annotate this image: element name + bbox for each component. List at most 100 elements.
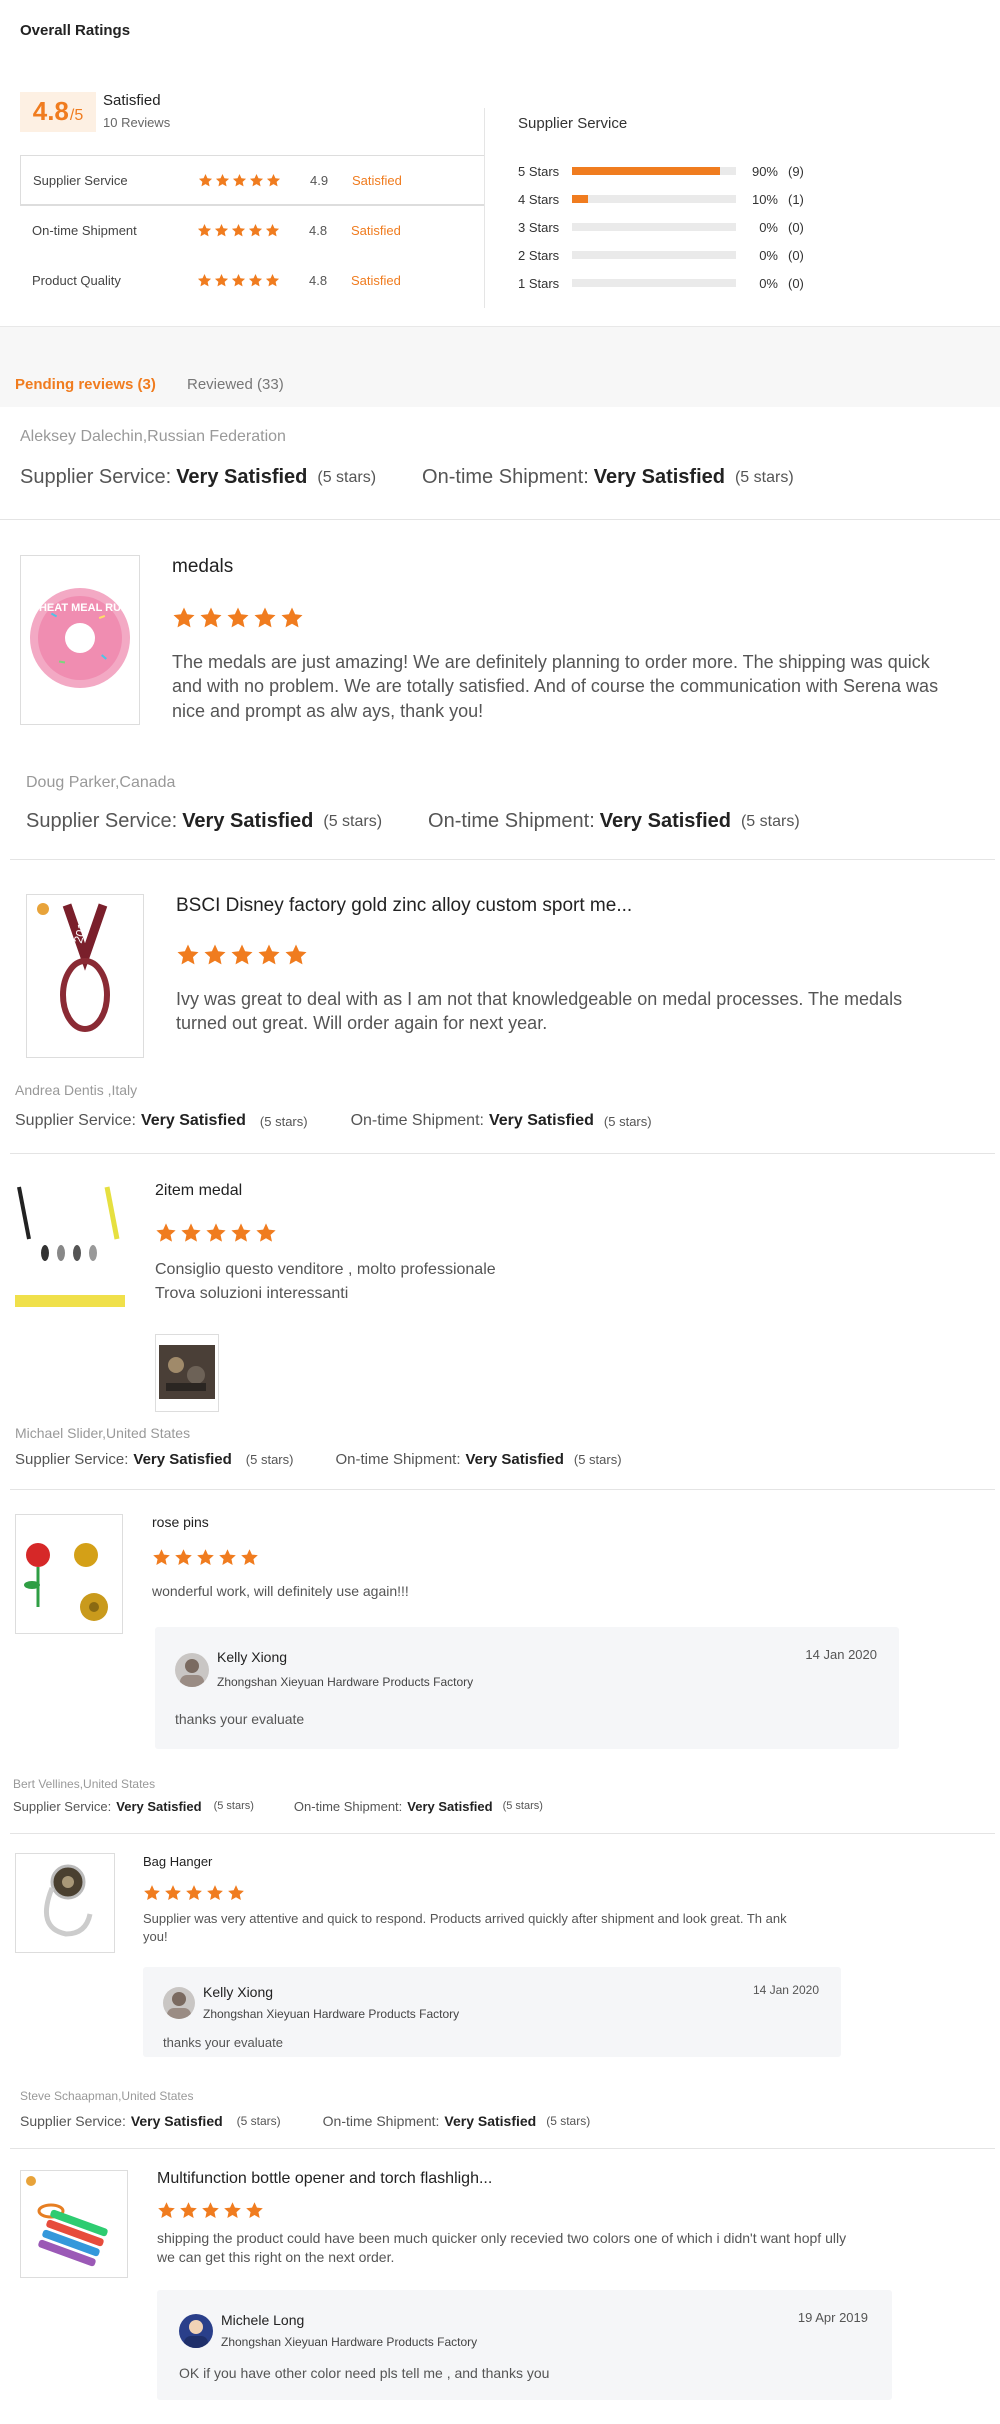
star-icon bbox=[214, 223, 229, 238]
reply-date: 14 Jan 2020 bbox=[805, 1647, 877, 1662]
overall-score-badge: 4.8 /5 bbox=[20, 92, 96, 132]
review-ratings: Supplier Service: Very Satisfied (5 star… bbox=[20, 466, 794, 489]
supplier-service-value: Very Satisfied bbox=[133, 1451, 232, 1468]
star-icon bbox=[230, 1222, 252, 1244]
reply-message: thanks your evaluate bbox=[163, 2035, 283, 2050]
avatar-image bbox=[167, 1992, 191, 2019]
category-row-ontime-shipment[interactable]: On-time Shipment 4.8 Satisfied bbox=[20, 205, 485, 255]
distribution-bar bbox=[572, 223, 736, 231]
reply-company: Zhongshan Xieyuan Hardware Products Fact… bbox=[221, 2335, 478, 2349]
supplier-service-stars: (5 stars) bbox=[259, 1114, 308, 1129]
star-rating bbox=[198, 173, 310, 188]
distribution-bar bbox=[572, 167, 736, 175]
star-rating bbox=[197, 273, 309, 288]
product-thumbnail[interactable]: 2019 bbox=[26, 894, 144, 1058]
distribution-count: (0) bbox=[788, 247, 804, 263]
divider bbox=[10, 1153, 995, 1154]
star-icon bbox=[265, 223, 280, 238]
supplier-service-stars: (5 stars) bbox=[245, 1452, 294, 1467]
category-row-product-quality[interactable]: Product Quality 4.8 Satisfied bbox=[20, 255, 485, 305]
supplier-service-label: Supplier Service: bbox=[26, 810, 178, 832]
product-title[interactable]: 2item medal bbox=[155, 1182, 242, 1200]
ontime-shipment-value: Very Satisfied bbox=[599, 810, 731, 832]
review-text: Consiglio questo venditore , molto profe… bbox=[155, 1258, 496, 1306]
distribution-label: 1 Stars bbox=[518, 275, 560, 291]
star-icon bbox=[185, 1884, 203, 1902]
ontime-shipment-label: On-time Shipment: bbox=[428, 810, 595, 832]
supplier-reply: Kelly Xiong Zhongshan Xieyuan Hardware P… bbox=[143, 1967, 841, 2057]
distribution-percent: 90% bbox=[751, 163, 778, 179]
avatar bbox=[163, 1987, 195, 2019]
product-title[interactable]: medals bbox=[172, 556, 233, 578]
product-thumbnail[interactable] bbox=[15, 1514, 123, 1634]
ontime-shipment-label: On-time Shipment: bbox=[322, 2113, 440, 2129]
ontime-shipment-label: On-time Shipment: bbox=[335, 1451, 461, 1468]
star-rating bbox=[172, 606, 304, 630]
distribution-bar-fill bbox=[572, 195, 589, 203]
supplier-service-label: Supplier Service: bbox=[13, 1799, 112, 1814]
distribution-row: 5 Stars 90% (9) bbox=[518, 162, 818, 180]
distribution-count: (0) bbox=[788, 219, 804, 235]
review-ratings: Supplier Service: Very Satisfied (5 star… bbox=[13, 1799, 543, 1814]
category-status: Satisfied bbox=[351, 223, 401, 238]
star-rating bbox=[155, 1222, 277, 1244]
star-icon bbox=[255, 1222, 277, 1244]
tab-reviewed[interactable]: Reviewed (33) bbox=[187, 376, 284, 393]
reply-date: 19 Apr 2019 bbox=[797, 2310, 868, 2325]
star-icon bbox=[215, 173, 230, 188]
star-icon bbox=[197, 223, 212, 238]
ontime-shipment-label: On-time Shipment: bbox=[350, 1112, 484, 1129]
star-icon bbox=[284, 943, 308, 967]
distribution-label: 4 Stars bbox=[518, 191, 560, 207]
product-thumbnail[interactable]: CHEAT MEAL RUN bbox=[20, 555, 140, 725]
star-icon bbox=[232, 173, 247, 188]
supplier-service-stars: (5 stars) bbox=[317, 469, 377, 486]
star-icon bbox=[197, 273, 212, 288]
product-title[interactable]: Multifunction bottle opener and torch fl… bbox=[157, 2170, 492, 2188]
overall-satisfaction: Satisfied bbox=[103, 92, 161, 109]
star-icon bbox=[245, 2201, 264, 2220]
distribution-percent: 0% bbox=[759, 219, 778, 235]
category-name: On-time Shipment bbox=[32, 223, 137, 238]
tab-pending-reviews[interactable]: Pending reviews (3) bbox=[15, 376, 156, 393]
distribution-count: (0) bbox=[788, 275, 804, 291]
reply-date: 14 Jan 2020 bbox=[752, 1983, 819, 1997]
divider bbox=[0, 519, 1000, 520]
product-thumbnail[interactable] bbox=[15, 1853, 115, 1953]
category-row-supplier-service[interactable]: Supplier Service 4.9 Satisfied bbox=[20, 155, 485, 205]
ontime-shipment-value: Very Satisfied bbox=[488, 1112, 594, 1129]
review-ratings: Supplier Service: Very Satisfied (5 star… bbox=[15, 1451, 622, 1468]
avatar bbox=[179, 2314, 213, 2348]
supplier-service-label: Supplier Service: bbox=[15, 1112, 136, 1129]
product-title[interactable]: Bag Hanger bbox=[143, 1854, 212, 1869]
review-photo[interactable] bbox=[155, 1334, 219, 1412]
product-thumbnail[interactable] bbox=[20, 2170, 128, 2278]
bag-hanger-image bbox=[43, 1864, 93, 1937]
reply-company: Zhongshan Xieyuan Hardware Products Fact… bbox=[203, 2007, 460, 2021]
distribution-label: 5 Stars bbox=[518, 163, 560, 179]
ontime-shipment-stars: (5 stars) bbox=[502, 1800, 543, 1812]
ontime-shipment-value: Very Satisfied bbox=[465, 1451, 564, 1468]
category-score: 4.8 bbox=[309, 272, 328, 288]
reviewer-name: Andrea Dentis ,Italy bbox=[15, 1082, 138, 1098]
star-icon bbox=[180, 1222, 202, 1244]
divider bbox=[10, 859, 995, 860]
ontime-shipment-stars: (5 stars) bbox=[573, 1452, 622, 1467]
review-text: Ivy was great to deal with as I am not t… bbox=[176, 989, 903, 1034]
category-name: Product Quality bbox=[32, 272, 121, 288]
star-icon bbox=[227, 1884, 245, 1902]
supplier-service-label: Supplier Service: bbox=[20, 466, 172, 488]
donut-medal-image: CHEAT MEAL RUN bbox=[30, 588, 130, 688]
product-thumbnail[interactable] bbox=[15, 1183, 125, 1319]
distribution-bar-fill bbox=[572, 167, 720, 175]
product-title[interactable]: rose pins bbox=[152, 1514, 209, 1530]
ontime-shipment-stars: (5 stars) bbox=[734, 469, 794, 486]
product-title[interactable]: BSCI Disney factory gold zinc alloy cust… bbox=[176, 895, 632, 917]
star-icon bbox=[198, 173, 213, 188]
star-icon bbox=[164, 1884, 182, 1902]
star-rating bbox=[152, 1548, 259, 1567]
star-icon bbox=[196, 1548, 215, 1567]
star-icon bbox=[155, 1222, 177, 1244]
star-icon bbox=[214, 273, 229, 288]
distribution-bar bbox=[572, 251, 736, 259]
